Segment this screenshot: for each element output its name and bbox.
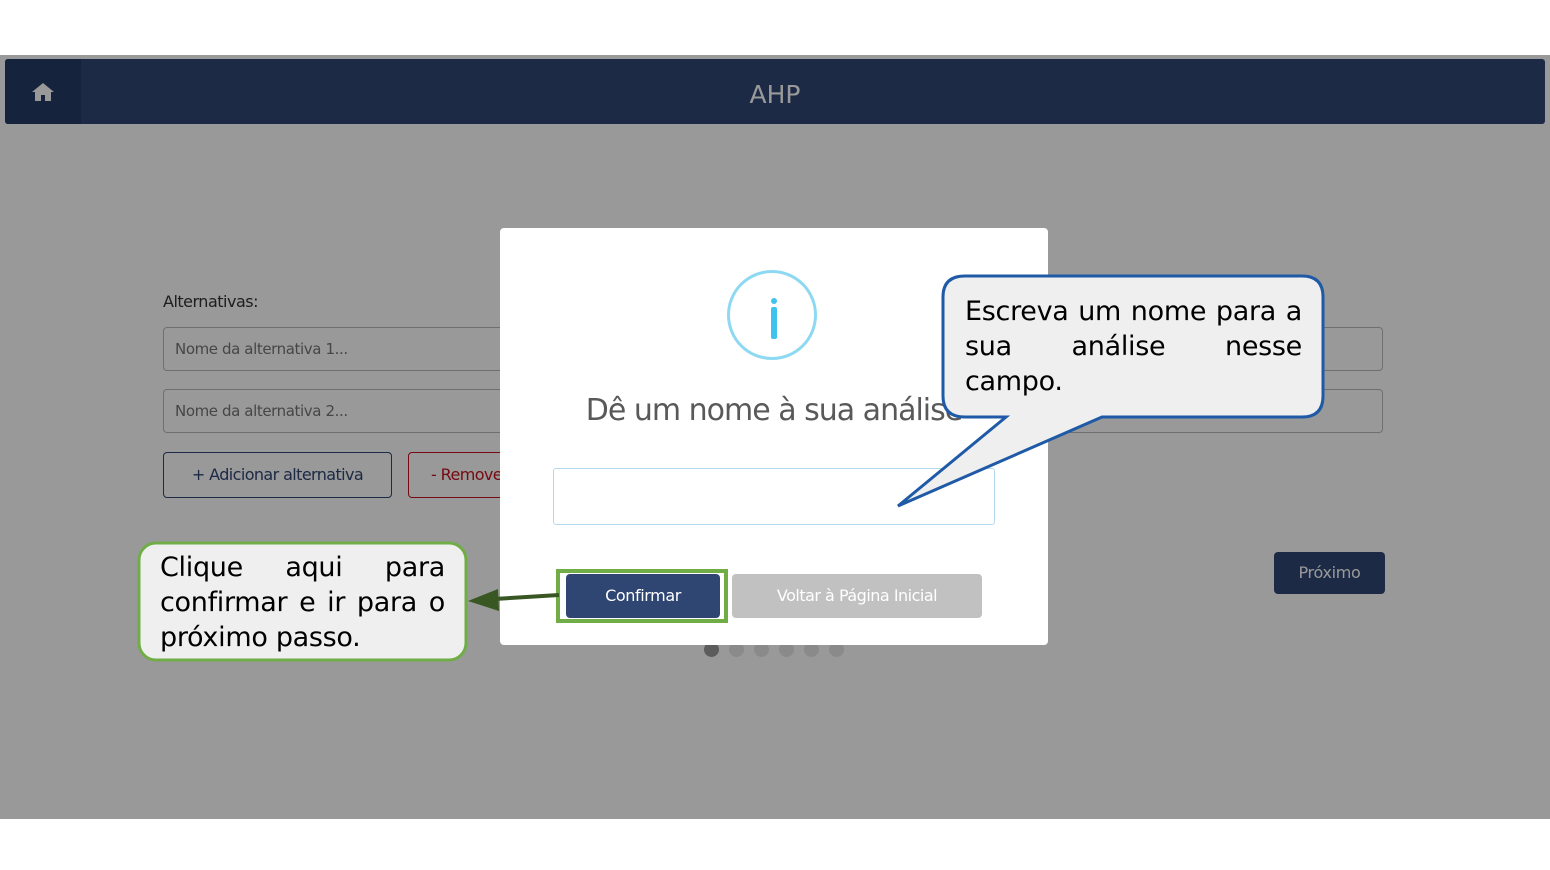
green-callout-text: Clique aqui para confirmar e ir para o p… xyxy=(160,552,445,653)
green-arrow-head xyxy=(468,589,499,611)
green-arrow-line xyxy=(493,593,560,601)
annotation-callouts xyxy=(137,274,1325,662)
blue-callout-text: Escreva um nome para a sua análise nesse… xyxy=(965,296,1302,397)
